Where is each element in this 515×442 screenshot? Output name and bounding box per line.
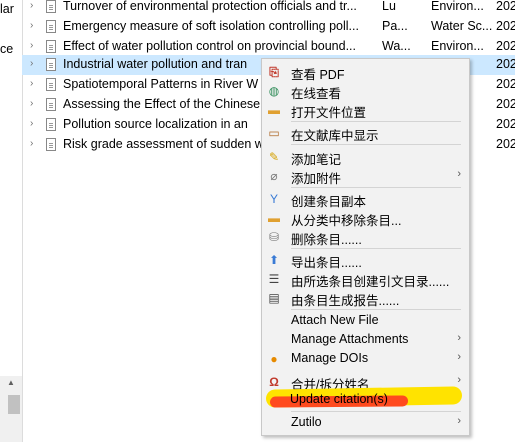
document-icon [46,98,56,111]
item-year: 202 [496,97,515,111]
item-year: 202 [496,0,515,13]
menu-item-manage-dois[interactable]: ● Manage DOIs › [262,348,469,370]
document-icon [46,58,56,71]
item-publication: Water Sc... [431,19,493,33]
trash-icon: ⛁ [268,230,280,244]
item-year: 202 [496,137,515,151]
item-year: 202 [496,117,515,131]
document-icon [46,138,56,151]
menu-item-label: Zutilo [291,415,322,429]
scroll-up-arrow-icon[interactable]: ▲ [7,378,15,387]
document-icon [46,0,56,13]
menu-item-label: 由条目生成报告...... [291,294,400,308]
menu-item-label: 在文献库中显示 [291,129,379,143]
note-icon: ✎ [268,150,280,164]
item-year: 202 [496,57,515,71]
doi-icon: ● [270,352,278,366]
document-icon [46,78,56,91]
item-author: Lu [382,0,396,13]
item-year: 202 [496,39,515,53]
item-year: 202 [496,19,515,33]
duplicate-icon: Y [269,192,278,206]
left-pane: lar ce ▲ [0,0,23,442]
item-title: Emergency measure of soft isolation cont… [63,19,359,33]
chevron-right-icon[interactable]: › [30,78,33,89]
table-row[interactable]: › Turnover of environmental protection o… [22,0,515,17]
pdf-icon: ⎘ [269,65,279,79]
report-icon: ▤ [268,291,280,305]
chevron-right-icon: › [457,351,461,363]
chevron-right-icon: › [457,415,461,427]
paperclip-icon: ⌀ [270,169,278,183]
globe-icon: ◍ [268,84,280,98]
folder-icon: ▬ [268,103,280,117]
item-publication: Environ... [431,39,484,53]
item-author: Wa... [382,39,411,53]
menu-item-open-folder[interactable]: ▬ 打开文件位置 [262,99,469,121]
chevron-right-icon: › [457,332,461,344]
chevron-right-icon[interactable]: › [30,20,33,31]
menu-item-add-attachment[interactable]: ⌀ 添加附件 › [262,165,469,187]
folder-remove-icon: ▬ [268,211,280,225]
menu-item-show-in-library[interactable]: ▭ 在文献库中显示 [262,122,469,144]
left-pane-text-top: lar [0,2,14,16]
menu-separator [291,144,461,145]
menu-item-label: Manage Attachments [291,332,409,346]
name-icon: Ω [269,375,279,389]
menu-item-delete-item[interactable]: ⛁ 删除条目...... [262,226,469,248]
menu-item-label: 添加附件 [291,172,342,186]
item-title: Effect of water pollution control on pro… [63,39,356,53]
menu-item-label: 删除条目...... [291,233,362,247]
document-icon [46,40,56,53]
menu-item-generate-report[interactable]: ▤ 由条目生成报告...... [262,287,469,309]
table-row[interactable]: › Effect of water pollution control on p… [22,37,515,57]
update-citations-label-overlay: Update citation(s) [290,392,388,406]
left-pane-text-mid: ce [0,42,14,56]
bibliography-icon: ☰ [268,272,280,286]
chevron-right-icon[interactable]: › [30,138,33,149]
item-author: Pa... [382,19,408,33]
chevron-right-icon[interactable]: › [30,58,33,69]
document-icon [46,20,56,33]
menu-item-label: Attach New File [291,313,379,327]
library-icon: ▭ [268,126,280,140]
menu-item-label: 打开文件位置 [291,106,367,120]
scroll-thumb[interactable] [8,395,20,414]
chevron-right-icon[interactable]: › [30,40,33,51]
chevron-right-icon: › [457,168,461,180]
chevron-right-icon: › [457,374,461,386]
menu-item-zutilo[interactable]: Zutilo › [262,412,469,434]
item-year: 202 [496,77,515,91]
context-menu: ⎘ 查看 PDF ◍ 在线查看 ▬ 打开文件位置 ▭ 在文献库中显示 ✎ 添加笔… [261,58,470,436]
export-arrow-icon: ⬆ [268,253,280,267]
document-icon [46,118,56,131]
chevron-right-icon[interactable]: › [30,118,33,129]
chevron-right-icon[interactable]: › [30,0,33,11]
table-row[interactable]: › Emergency measure of soft isolation co… [22,17,515,37]
chevron-right-icon[interactable]: › [30,98,33,109]
item-title: Turnover of environmental protection off… [63,0,357,13]
left-pane-scrollbar[interactable]: ▲ [0,376,22,442]
item-publication: Environ... [431,0,484,13]
menu-item-label: Manage DOIs [291,351,369,365]
